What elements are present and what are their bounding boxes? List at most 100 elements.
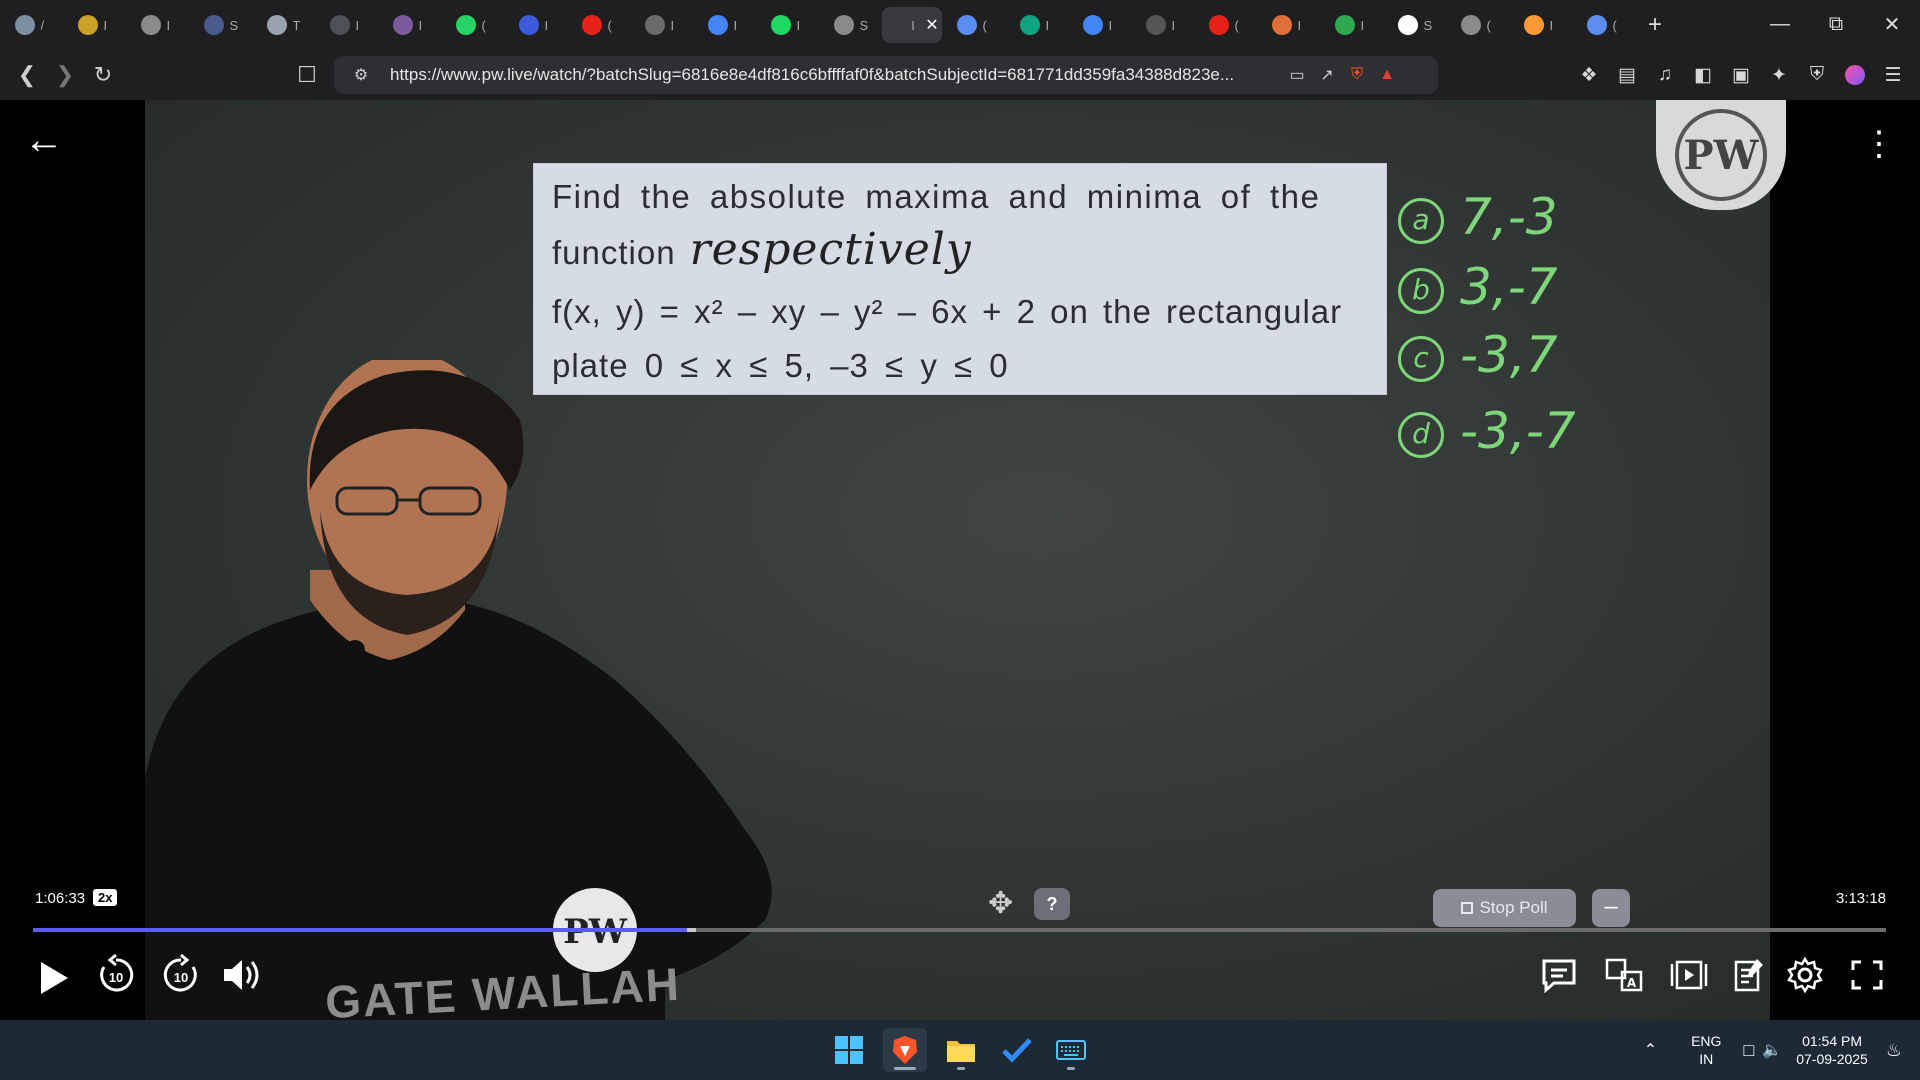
browser-tab[interactable]: S bbox=[189, 7, 252, 43]
network-icon[interactable]: □ bbox=[1743, 1040, 1754, 1061]
browser-tab[interactable]: I bbox=[1005, 7, 1068, 43]
browser-tab[interactable]: ( bbox=[441, 7, 504, 43]
forward-button[interactable]: ❯ bbox=[46, 56, 84, 94]
reader-mode-icon[interactable]: ▤ bbox=[1610, 58, 1644, 92]
question-line-1: Find the absolute maxima and minima of t… bbox=[552, 178, 1321, 215]
browser-tab[interactable]: ( bbox=[1194, 7, 1257, 43]
browser-tab[interactable]: I bbox=[630, 7, 693, 43]
browser-tab[interactable]: I bbox=[693, 7, 756, 43]
tab-favicon-icon bbox=[1460, 15, 1481, 35]
clock[interactable]: 01:54 PM 07-09-2025 bbox=[1796, 1032, 1868, 1068]
browser-tab[interactable]: I bbox=[1320, 7, 1383, 43]
tab-title: I bbox=[1549, 17, 1554, 33]
new-tab-button[interactable]: + bbox=[1635, 11, 1675, 39]
browser-tab[interactable]: I bbox=[1068, 7, 1131, 43]
browser-tab[interactable]: I bbox=[756, 7, 819, 43]
browser-tab[interactable]: I bbox=[378, 7, 441, 43]
tab-favicon-icon bbox=[140, 15, 161, 35]
tab-favicon-icon bbox=[770, 15, 791, 35]
keyboard-app[interactable] bbox=[1049, 1028, 1093, 1072]
forward-10-button[interactable]: 10 bbox=[159, 953, 203, 997]
play-button[interactable] bbox=[34, 956, 74, 1000]
option-d-tag: d bbox=[1398, 411, 1444, 458]
browser-tab[interactable]: I bbox=[315, 7, 378, 43]
share-icon[interactable]: ↗ bbox=[1312, 65, 1342, 85]
browser-tab[interactable]: I bbox=[63, 7, 126, 43]
fullscreen-icon[interactable] bbox=[1846, 954, 1888, 996]
language-indicator[interactable]: ENG IN bbox=[1691, 1032, 1721, 1068]
cast-icon[interactable]: ▭ bbox=[1282, 65, 1312, 85]
tab-active[interactable]: I ✕ bbox=[882, 7, 942, 43]
browser-tab[interactable]: S bbox=[1383, 7, 1446, 43]
menu-icon[interactable]: ☰ bbox=[1876, 58, 1910, 92]
option-c-text: -3,7 bbox=[1460, 326, 1558, 384]
browser-tab[interactable]: ( bbox=[1572, 7, 1635, 43]
tab-favicon-icon bbox=[203, 15, 224, 35]
browser-tab[interactable]: ( bbox=[1446, 7, 1509, 43]
file-explorer-app[interactable] bbox=[939, 1028, 983, 1072]
browser-tab[interactable]: I bbox=[1257, 7, 1320, 43]
notes-icon[interactable] bbox=[1728, 954, 1770, 996]
browser-tab[interactable]: I bbox=[126, 7, 189, 43]
close-window-button[interactable]: ✕ bbox=[1864, 0, 1920, 48]
help-button[interactable]: ? bbox=[1034, 888, 1070, 920]
navigation-bar: ❮ ❯ ↻ ☐ ⚙ https://www.pw.live/watch/?bat… bbox=[0, 50, 1920, 100]
restore-window-button[interactable]: ⧉ bbox=[1808, 0, 1864, 48]
video-player[interactable]: Find the absolute maxima and minima of t… bbox=[0, 100, 1920, 1020]
tab-title: I bbox=[796, 17, 801, 33]
sidebar-icon[interactable]: ◧ bbox=[1686, 58, 1720, 92]
leo-ai-icon[interactable]: ✦ bbox=[1762, 58, 1796, 92]
tab-favicon-icon bbox=[1271, 15, 1292, 35]
site-info-icon[interactable]: ⚙ bbox=[346, 65, 376, 85]
url-text[interactable]: https://www.pw.live/watch/?batchSlug=681… bbox=[390, 65, 1270, 85]
browser-tab[interactable]: S bbox=[819, 7, 882, 43]
extensions-icon[interactable]: ❖ bbox=[1572, 58, 1606, 92]
reload-button[interactable]: ↻ bbox=[84, 56, 122, 94]
minimize-window-button[interactable]: — bbox=[1752, 0, 1808, 48]
media-icon[interactable]: ♫ bbox=[1648, 58, 1682, 92]
brave-shield-icon[interactable]: ⛨ bbox=[1342, 66, 1372, 84]
back-arrow-icon[interactable]: ← bbox=[24, 120, 64, 162]
move-handle-icon[interactable]: ✥ bbox=[988, 886, 1013, 921]
vpn-icon[interactable]: ⛨ bbox=[1800, 58, 1834, 92]
notification-bell-icon[interactable]: ♨ bbox=[1886, 1040, 1902, 1061]
tab-favicon-icon bbox=[455, 15, 476, 35]
bookmark-icon[interactable]: ☐ bbox=[288, 56, 326, 94]
browser-tab[interactable]: T bbox=[252, 7, 315, 43]
volume-icon[interactable] bbox=[220, 953, 264, 997]
minimize-poll-button[interactable]: – bbox=[1592, 889, 1630, 927]
brave-browser-app[interactable] bbox=[883, 1028, 927, 1072]
wallet-icon[interactable]: ▣ bbox=[1724, 58, 1758, 92]
address-bar[interactable]: ⚙ https://www.pw.live/watch/?batchSlug=6… bbox=[334, 56, 1438, 94]
browser-tab[interactable]: / bbox=[0, 7, 63, 43]
browser-tab[interactable]: I bbox=[504, 7, 567, 43]
back-button[interactable]: ❮ bbox=[8, 56, 46, 94]
tab-favicon-icon bbox=[1334, 15, 1355, 35]
brave-rewards-icon[interactable]: ▲ bbox=[1372, 66, 1402, 84]
browser-tab[interactable]: I bbox=[1131, 7, 1194, 43]
rewind-10-button[interactable]: 10 bbox=[94, 953, 138, 997]
tab-favicon-icon bbox=[707, 15, 728, 35]
todo-app[interactable] bbox=[995, 1028, 1039, 1072]
more-options-icon[interactable]: ⋮ bbox=[1862, 124, 1896, 164]
tab-title: I bbox=[1108, 17, 1113, 33]
stop-poll-button[interactable]: Stop Poll bbox=[1433, 889, 1576, 927]
option-c: c -3,7 bbox=[1398, 326, 1558, 384]
playlist-icon[interactable] bbox=[1668, 954, 1710, 996]
profile-icon[interactable] bbox=[1838, 58, 1872, 92]
show-hidden-icons-icon[interactable]: ⌃ bbox=[1644, 1040, 1657, 1060]
chat-icon[interactable] bbox=[1538, 954, 1580, 996]
extension-icons: ❖ ▤ ♫ ◧ ▣ ✦ ⛨ ☰ bbox=[1572, 50, 1910, 100]
close-tab-icon[interactable]: ✕ bbox=[925, 15, 938, 35]
playback-speed-badge[interactable]: 2x bbox=[93, 889, 118, 906]
browser-tab[interactable]: ( bbox=[942, 7, 1005, 43]
seek-bar[interactable] bbox=[33, 928, 1886, 932]
tab-favicon-icon bbox=[644, 15, 665, 35]
start-button[interactable] bbox=[827, 1028, 871, 1072]
speaker-icon[interactable]: 🔈 bbox=[1762, 1040, 1782, 1060]
translate-icon[interactable]: A bbox=[1603, 954, 1645, 996]
clock-time: 01:54 PM bbox=[1802, 1033, 1863, 1049]
settings-gear-icon[interactable] bbox=[1784, 954, 1826, 996]
browser-tab[interactable]: ( bbox=[567, 7, 630, 43]
browser-tab[interactable]: I bbox=[1509, 7, 1572, 43]
